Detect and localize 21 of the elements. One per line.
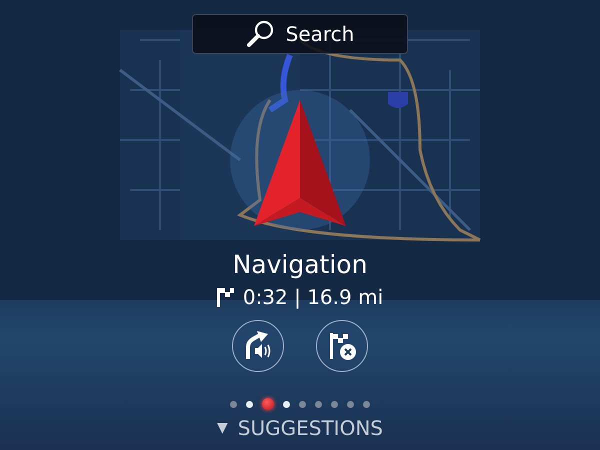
page-dot[interactable] <box>347 400 354 408</box>
cancel-route-button[interactable] <box>316 320 368 372</box>
page-dot[interactable] <box>315 400 322 408</box>
voice-guidance-button[interactable] <box>232 320 284 372</box>
suggestions-button[interactable]: ▼ SUGGESTIONS <box>217 416 383 440</box>
search-button[interactable]: Search <box>192 14 408 54</box>
turn-speaker-icon <box>243 331 273 361</box>
caret-icon: ▼ <box>217 420 228 436</box>
search-icon <box>246 19 276 49</box>
location-arrow-icon <box>254 100 346 228</box>
page-dot[interactable] <box>331 400 338 408</box>
page-dot[interactable] <box>262 398 274 410</box>
flag-cancel-icon <box>327 331 357 361</box>
page-dot[interactable] <box>230 400 237 408</box>
screen-title: Navigation <box>232 250 368 280</box>
checkered-flag-icon <box>216 287 235 307</box>
page-dot[interactable] <box>299 400 306 408</box>
route-summary: 0:32 | 16.9 mi <box>242 284 384 310</box>
page-dot[interactable] <box>363 400 370 408</box>
page-dot[interactable] <box>283 400 290 408</box>
page-dot[interactable] <box>246 400 253 408</box>
